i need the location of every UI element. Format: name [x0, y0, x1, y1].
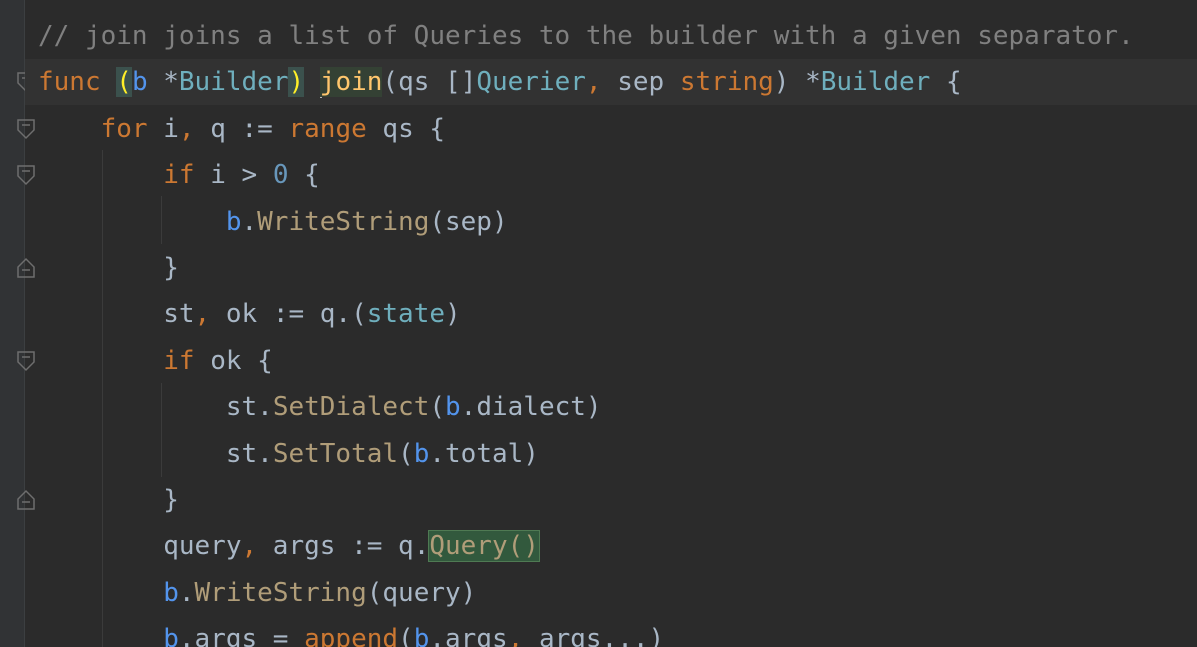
- code-token: Builder: [178, 67, 289, 97]
- code-token: Builder: [820, 67, 931, 97]
- code-token: // join joins a list of Queries to the b…: [38, 21, 1134, 51]
- code-token: i: [147, 114, 179, 144]
- code-token: b: [225, 207, 242, 237]
- code-line[interactable]: query, args := q.Query(): [38, 523, 540, 569]
- code-token: {: [288, 160, 320, 190]
- code-token: st: [38, 299, 195, 329]
- code-token: }: [38, 485, 179, 515]
- code-token: sep: [617, 67, 680, 97]
- code-token: .total): [429, 439, 539, 469]
- code-line[interactable]: st.SetTotal(b.total): [38, 431, 539, 477]
- code-line[interactable]: if i > 0 {: [38, 152, 320, 198]
- code-token: 0: [272, 160, 289, 190]
- code-token: b: [413, 439, 430, 469]
- code-token: (: [429, 392, 446, 422]
- code-token: {: [930, 67, 962, 97]
- code-token: state: [366, 299, 446, 329]
- code-token: WriteString: [194, 578, 367, 608]
- code-token: func: [38, 67, 101, 97]
- code-token: Querier: [476, 67, 586, 97]
- code-token: join: [319, 67, 383, 97]
- code-token: qs {: [366, 114, 446, 144]
- code-token: (sep): [429, 207, 508, 237]
- code-token: args := q.: [257, 531, 430, 561]
- code-token: if: [163, 160, 195, 190]
- code-line[interactable]: func (b *Builder) join(qs []Querier, sep…: [38, 59, 962, 105]
- code-token: ,: [241, 531, 258, 561]
- code-token: (: [398, 439, 414, 469]
- code-line[interactable]: if ok {: [38, 338, 273, 384]
- code-token: ): [288, 67, 305, 97]
- code-line[interactable]: }: [38, 477, 179, 523]
- code-text-area[interactable]: // join joins a list of Queries to the b…: [0, 0, 1197, 647]
- code-line[interactable]: b.WriteString(sep): [38, 199, 508, 245]
- code-token: st.: [38, 439, 273, 469]
- code-token: string: [679, 67, 774, 97]
- code-token: query: [38, 531, 242, 561]
- code-token: ok := q.(: [210, 299, 367, 329]
- code-token: SetDialect: [272, 392, 430, 422]
- code-editor[interactable]: // join joins a list of Queries to the b…: [0, 0, 1197, 647]
- code-token: .args: [429, 624, 508, 647]
- code-token: b: [445, 392, 461, 422]
- code-token: *: [147, 67, 179, 97]
- code-token: SetTotal: [272, 439, 399, 469]
- code-line[interactable]: b.args = append(b.args, args...): [38, 616, 664, 647]
- code-token: (: [398, 624, 414, 647]
- code-token: (qs []: [382, 67, 477, 97]
- code-token: }: [38, 253, 179, 283]
- code-token: WriteString: [257, 207, 430, 237]
- code-token: (: [116, 67, 132, 97]
- code-token: b: [163, 578, 179, 608]
- code-token: ,: [585, 67, 618, 97]
- code-token: .: [241, 207, 258, 237]
- code-line[interactable]: for i, q := range qs {: [38, 106, 445, 152]
- code-token: st.: [38, 392, 273, 422]
- code-token: ) *: [773, 67, 821, 97]
- code-token: .: [178, 578, 195, 608]
- code-token: range: [288, 114, 367, 144]
- code-token: ok {: [194, 346, 273, 376]
- code-line[interactable]: // join joins a list of Queries to the b…: [38, 13, 1134, 59]
- code-token: b: [413, 624, 430, 647]
- code-token: b: [163, 624, 179, 647]
- code-token: args...): [523, 624, 665, 647]
- code-line[interactable]: st.SetDialect(b.dialect): [38, 384, 602, 430]
- code-token: i >: [194, 160, 273, 190]
- code-token: .args =: [178, 624, 305, 647]
- code-token: .dialect): [460, 392, 602, 422]
- code-line[interactable]: b.WriteString(query): [38, 570, 476, 616]
- code-token: (query): [366, 578, 477, 608]
- code-token: ,: [178, 114, 195, 144]
- code-token: ): [445, 299, 461, 329]
- code-token: b: [131, 67, 148, 97]
- code-token: for: [100, 114, 148, 144]
- code-token: append: [304, 624, 399, 647]
- code-line[interactable]: st, ok := q.(state): [38, 291, 461, 337]
- code-token: if: [163, 346, 195, 376]
- code-token: Query(): [428, 530, 540, 562]
- code-line[interactable]: }: [38, 245, 179, 291]
- code-token: ,: [194, 299, 211, 329]
- code-token: ,: [507, 624, 524, 647]
- code-token: q :=: [194, 114, 289, 144]
